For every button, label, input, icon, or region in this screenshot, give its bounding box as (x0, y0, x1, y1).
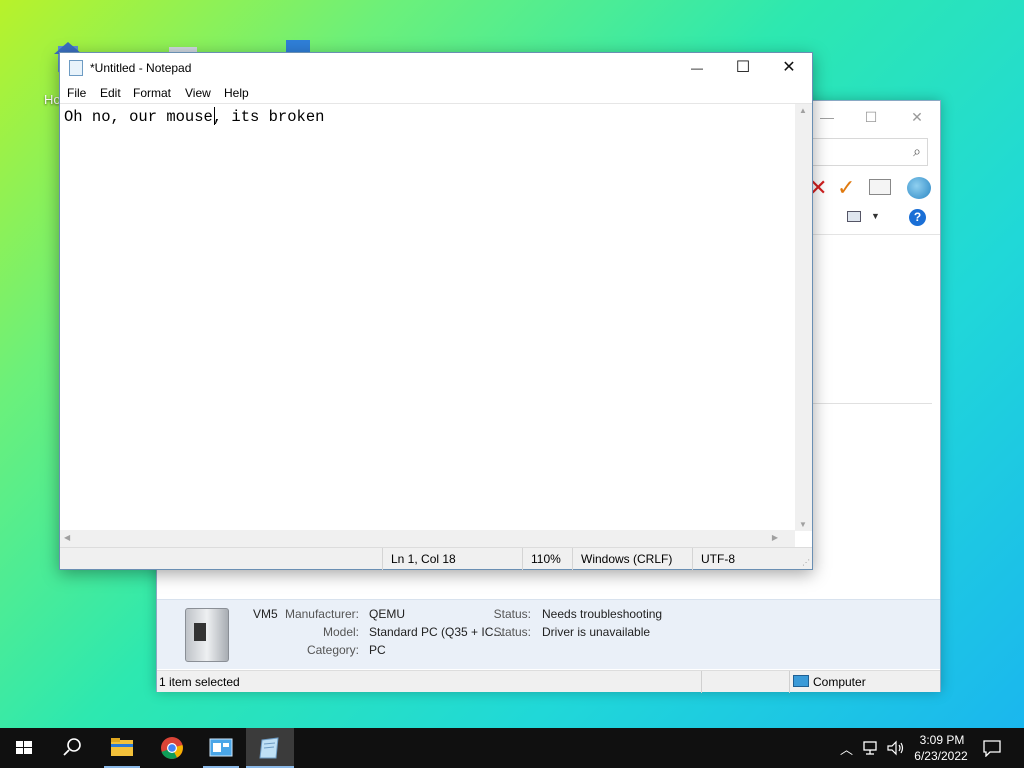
status-divider (701, 671, 702, 693)
chevron-up-icon[interactable]: ︿ (840, 739, 853, 758)
text-caret (214, 107, 215, 125)
clock-date[interactable]: 6/23/2022 (910, 749, 972, 763)
notepad-icon (259, 737, 279, 759)
notepad-window[interactable]: *Untitled - Notepad — ☐ ✕ File Edit Form… (59, 52, 813, 570)
notepad-app-icon (69, 60, 83, 76)
minimize-button[interactable]: — (674, 53, 720, 83)
windows-logo-icon (16, 741, 32, 754)
window-title: *Untitled - Notepad (90, 61, 192, 75)
notepad-taskbar-button[interactable] (246, 728, 294, 768)
scroll-left-icon[interactable]: ◀ (64, 533, 70, 542)
model-label: Model: (322, 625, 359, 639)
properties-icon[interactable] (869, 179, 891, 195)
computer-icon (793, 675, 809, 687)
resize-grip-icon[interactable]: ⋰ (802, 558, 810, 567)
notepad-titlebar[interactable]: *Untitled - Notepad — ☐ ✕ (60, 53, 812, 83)
category-value: PC (369, 643, 386, 657)
close-button[interactable]: ✕ (766, 53, 812, 83)
text-editor[interactable]: Oh no, our mouse, its broken ▲ ▼ (60, 103, 812, 531)
scroll-right-icon[interactable]: ▶ (772, 533, 778, 542)
bg-minimize-button[interactable]: — (815, 107, 839, 127)
search-icon (63, 738, 81, 756)
device-manager-button[interactable] (197, 728, 245, 768)
category-label: Category: (306, 643, 359, 657)
details-pane: VM5 Manufacturer: QEMU Model: Standard P… (157, 599, 940, 669)
line-ending: Windows (CRLF) (572, 548, 692, 570)
cursor-position: Ln 1, Col 18 (382, 548, 522, 570)
menu-edit[interactable]: Edit (100, 86, 121, 100)
folder-icon (111, 738, 133, 756)
menu-format[interactable]: Format (133, 86, 171, 100)
vertical-scrollbar[interactable]: ▲ ▼ (795, 104, 812, 531)
status-divider-2 (789, 671, 790, 693)
manufacturer-value: QEMU (369, 607, 405, 621)
file-explorer-button[interactable] (98, 728, 146, 768)
chevron-down-icon[interactable]: ▼ (871, 211, 880, 221)
zoom-level: 110% (522, 548, 572, 570)
menu-bar: File Edit Format View Help (60, 83, 812, 103)
status-label: Status: (493, 607, 531, 621)
scroll-up-icon[interactable]: ▲ (799, 106, 807, 115)
menu-file[interactable]: File (67, 86, 86, 100)
status-label-2: Status: (493, 625, 531, 639)
globe-icon[interactable] (907, 177, 931, 199)
chrome-button[interactable] (148, 728, 196, 768)
pane-divider (811, 403, 932, 404)
menu-view[interactable]: View (185, 86, 211, 100)
device-thumbnail-icon (185, 608, 229, 662)
help-icon[interactable]: ? (909, 209, 926, 226)
notifications-icon[interactable] (982, 739, 1002, 757)
menu-help[interactable]: Help (224, 86, 249, 100)
taskbar: ︿ 3:09 PM 6/23/2022 (0, 728, 1024, 768)
chrome-icon (161, 737, 183, 759)
selection-count: 1 item selected (159, 675, 240, 689)
search-button[interactable] (48, 728, 96, 768)
notepad-status-bar: Ln 1, Col 18 110% Windows (CRLF) UTF-8 ⋰ (60, 547, 812, 570)
device-window-icon (209, 738, 233, 757)
horizontal-scrollbar[interactable]: ◀ ▶ (60, 530, 795, 547)
scroll-down-icon[interactable]: ▼ (799, 520, 807, 529)
document-text: Oh no, our mouse, its broken (64, 108, 325, 126)
manufacturer-label: Manufacturer: (284, 607, 359, 621)
view-menu-icon[interactable] (847, 211, 861, 222)
status-value-2: Driver is unavailable (542, 625, 651, 639)
location-label: Computer (813, 675, 866, 689)
search-icon: ⌕ (913, 143, 921, 159)
network-icon[interactable] (862, 740, 880, 756)
toolbar-divider (811, 234, 940, 235)
maximize-button[interactable]: ☐ (720, 53, 766, 83)
search-box[interactable]: ⌕ (811, 138, 928, 166)
clock-time[interactable]: 3:09 PM (918, 733, 966, 747)
start-button[interactable] (0, 728, 48, 768)
bg-close-button[interactable]: ✕ (905, 107, 929, 127)
encoding: UTF-8 (692, 548, 792, 570)
volume-icon[interactable] (886, 740, 906, 756)
check-icon[interactable]: ✓ (837, 175, 855, 201)
status-value: Needs troubleshooting (542, 607, 663, 621)
device-status-bar: 1 item selected Computer (157, 670, 940, 693)
bg-maximize-button[interactable]: ☐ (859, 107, 883, 127)
